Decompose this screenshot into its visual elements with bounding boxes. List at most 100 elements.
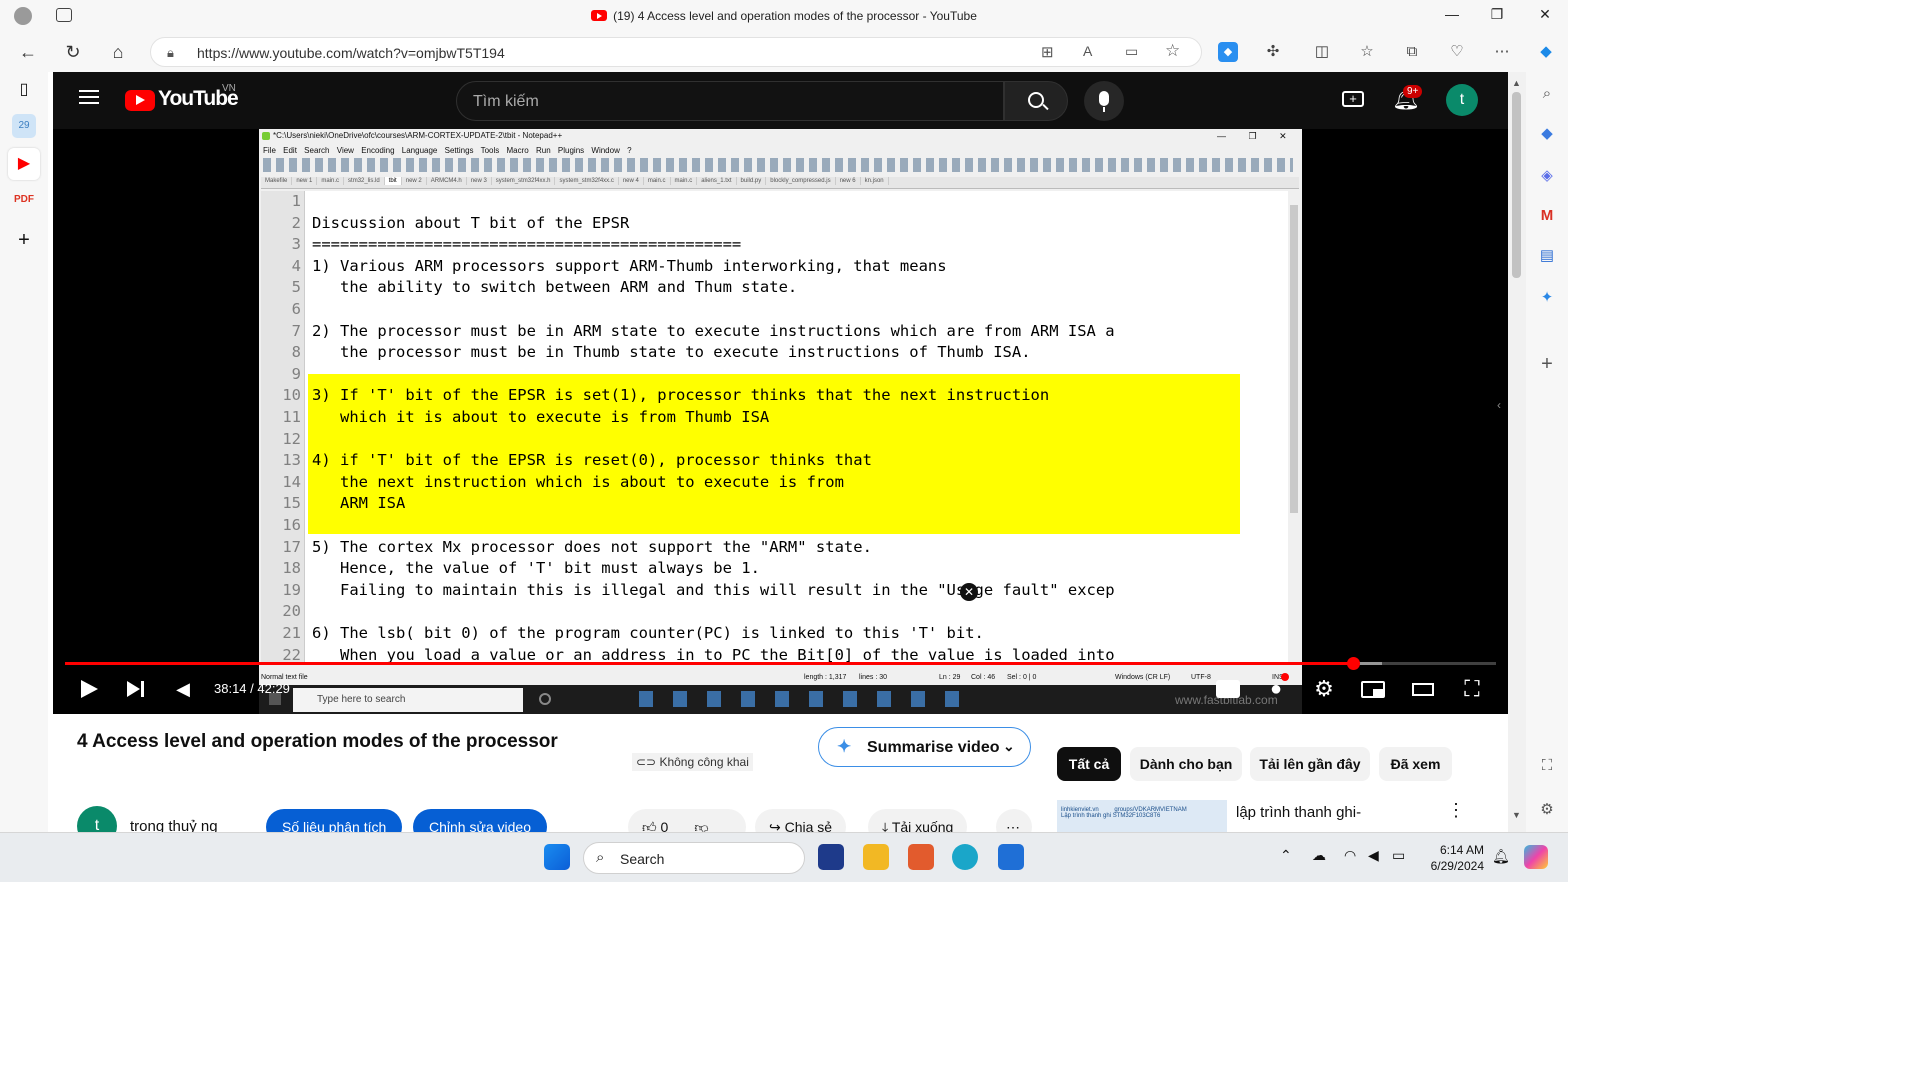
chip-watched[interactable]: Đã xem [1379, 747, 1452, 781]
translator-icon[interactable]: ▤ [1535, 244, 1559, 268]
collapse-arrow-icon[interactable]: ‹ [1497, 398, 1501, 412]
subtitles-button[interactable] [1215, 675, 1241, 703]
minimize-button[interactable]: — [1437, 6, 1467, 26]
shopping-icon[interactable]: ◆ [1535, 122, 1559, 146]
notepad-tab: new 6 [836, 177, 861, 185]
youtube-tab-icon[interactable]: ▶ [12, 152, 36, 176]
add-sidebar-app-icon[interactable]: + [1535, 352, 1559, 376]
page-scrollbar[interactable]: ▲ ▼ [1508, 72, 1526, 832]
extensions-puzzle-icon[interactable]: ✣ [1263, 42, 1283, 62]
wps-office-icon[interactable] [908, 844, 934, 870]
clock-date: 6/29/2024 [1430, 859, 1484, 873]
split-screen-icon[interactable]: ◫ [1312, 42, 1332, 62]
create-video-icon[interactable]: + [1342, 91, 1364, 107]
extension-icon[interactable]: ◆ [1218, 42, 1238, 62]
chip-all[interactable]: Tất cả [1057, 747, 1121, 781]
search-sidebar-icon[interactable]: ⌕ [1535, 82, 1559, 106]
close-window-button[interactable]: ✕ [1530, 6, 1560, 26]
chip-for-you[interactable]: Dành cho bạn [1130, 747, 1242, 781]
collections-icon[interactable]: ⧉ [1402, 42, 1422, 62]
miniplayer-button[interactable] [1359, 675, 1387, 703]
menu-plugins: Plugins [557, 146, 585, 155]
summarise-video-button[interactable]: ✦ Summarise video ⌄ [818, 727, 1031, 767]
more-menu-icon[interactable]: ⋯ [1492, 42, 1512, 62]
settings-button[interactable]: ⚙ [1311, 675, 1337, 703]
search-button[interactable] [1004, 81, 1068, 121]
show-hidden-icons[interactable]: ⌃ [1280, 847, 1292, 864]
notepad-tab: system_stm32f4xx.c [555, 177, 619, 185]
copilot-icon[interactable]: ◆ [1536, 42, 1556, 62]
progress-bar[interactable] [65, 657, 1496, 670]
apps-icon[interactable]: ⊞ [1041, 43, 1054, 61]
gmail-icon[interactable]: M [1535, 204, 1559, 228]
calendar-tab-icon[interactable]: 29 [12, 114, 36, 138]
restore-button[interactable]: ❐ [1482, 6, 1512, 26]
youtube-logo-icon[interactable] [125, 90, 155, 111]
notepad-window-buttons: — ❐ ✕ [1217, 131, 1287, 141]
notepad-menu: File Edit Search View Encoding Language … [263, 146, 632, 155]
browser-essentials-icon[interactable]: ♡ [1447, 42, 1467, 62]
favorites-icon[interactable]: ☆ [1357, 42, 1377, 62]
taskbar-search[interactable]: ⌕ Search [583, 842, 805, 874]
close-summary-button[interactable]: ✕ [960, 583, 978, 601]
hamburger-menu-icon[interactable] [79, 90, 99, 92]
notification-center-icon[interactable]: 🔔︎ [1492, 848, 1510, 865]
address-bar[interactable]: 🔒︎ https://www.youtube.com/watch?v=omjbw… [150, 37, 1202, 67]
store-app-icon[interactable] [818, 844, 844, 870]
search-input[interactable]: Tìm kiếm [456, 81, 1004, 121]
recommendation-title[interactable]: lập trình thanh ghi- [1236, 804, 1361, 821]
start-windows-icon[interactable] [544, 844, 570, 870]
battery-icon[interactable]: ▭ [1392, 847, 1405, 864]
autoplay-toggle[interactable]: ● [1263, 673, 1289, 703]
url-text[interactable]: https://www.youtube.com/watch?v=omjbwT5T… [197, 45, 505, 61]
theater-mode-button[interactable] [1410, 675, 1436, 703]
code-line: ARM ISA [312, 494, 406, 513]
tools-icon[interactable]: ◈ [1535, 164, 1559, 188]
onedrive-icon[interactable]: ☁ [1312, 847, 1326, 864]
video-player[interactable]: *C:\Users\nieki\OneDrive\ofc\courses\ARM… [53, 129, 1508, 714]
code-line: Hence, the value of 'T' bit must always … [312, 559, 760, 578]
line-number: 7 [291, 321, 301, 340]
pdf-tab-icon[interactable]: PDF [12, 188, 36, 212]
lock-icon[interactable]: 🔒︎ [167, 45, 174, 61]
sidebar-settings-icon[interactable]: ⚙ [1535, 798, 1559, 822]
favorite-star-icon[interactable]: ☆ [1165, 41, 1180, 61]
line-number: 1 [291, 192, 301, 210]
recorded-taskbar-apps [639, 691, 969, 707]
recommendation-more-icon[interactable]: ⋮ [1447, 800, 1465, 821]
immersive-reader-icon[interactable]: ▭ [1125, 43, 1138, 60]
notepad-app-icon[interactable] [998, 844, 1024, 870]
youtube-favicon-icon [591, 10, 608, 21]
notepad-tab: main.c [644, 177, 671, 185]
account-avatar[interactable]: t [1446, 84, 1478, 116]
new-tab-icon[interactable]: + [12, 228, 36, 252]
edge-browser-icon[interactable] [952, 844, 978, 870]
scrollbar-thumb[interactable] [1512, 92, 1521, 278]
home-icon[interactable]: ⌂ [106, 40, 130, 64]
file-explorer-icon[interactable] [863, 844, 889, 870]
read-aloud-icon[interactable]: A [1083, 43, 1092, 59]
code-line: ========================================… [312, 235, 742, 254]
chip-recent-uploads[interactable]: Tải lên gần đây [1250, 747, 1370, 781]
copilot-taskbar-icon[interactable] [1524, 845, 1548, 869]
line-number: 20 [282, 602, 301, 621]
volume-button[interactable]: ◀ [171, 675, 195, 703]
screenshot-icon[interactable]: ⛶ [1535, 754, 1559, 778]
voice-search-button[interactable] [1084, 81, 1124, 121]
refresh-icon[interactable]: ↻ [61, 40, 85, 64]
play-button[interactable] [77, 675, 101, 703]
wifi-icon[interactable]: ◠ [1344, 847, 1356, 864]
played-bar [65, 662, 1353, 665]
next-button[interactable] [123, 675, 147, 703]
taskbar-search-icon: ⌕ [596, 849, 605, 866]
line-number: 2 [291, 213, 301, 232]
scrubber-handle[interactable] [1346, 657, 1360, 670]
back-icon[interactable]: ← [16, 40, 40, 64]
copilot-sidebar-icon[interactable]: ✦ [1535, 286, 1559, 310]
line-number: 11 [282, 408, 301, 426]
tab-actions-icon[interactable]: ▯ [12, 78, 36, 102]
fullscreen-button[interactable]: ⛶ [1459, 675, 1485, 703]
volume-tray-icon[interactable]: ◀ [1368, 847, 1379, 864]
recommendation-thumbnail[interactable]: linhkienviet.vn groups/VDKARMVIETNAM Lập… [1057, 800, 1227, 832]
clock[interactable]: 6:14 AM 6/29/2024 [1420, 842, 1484, 874]
